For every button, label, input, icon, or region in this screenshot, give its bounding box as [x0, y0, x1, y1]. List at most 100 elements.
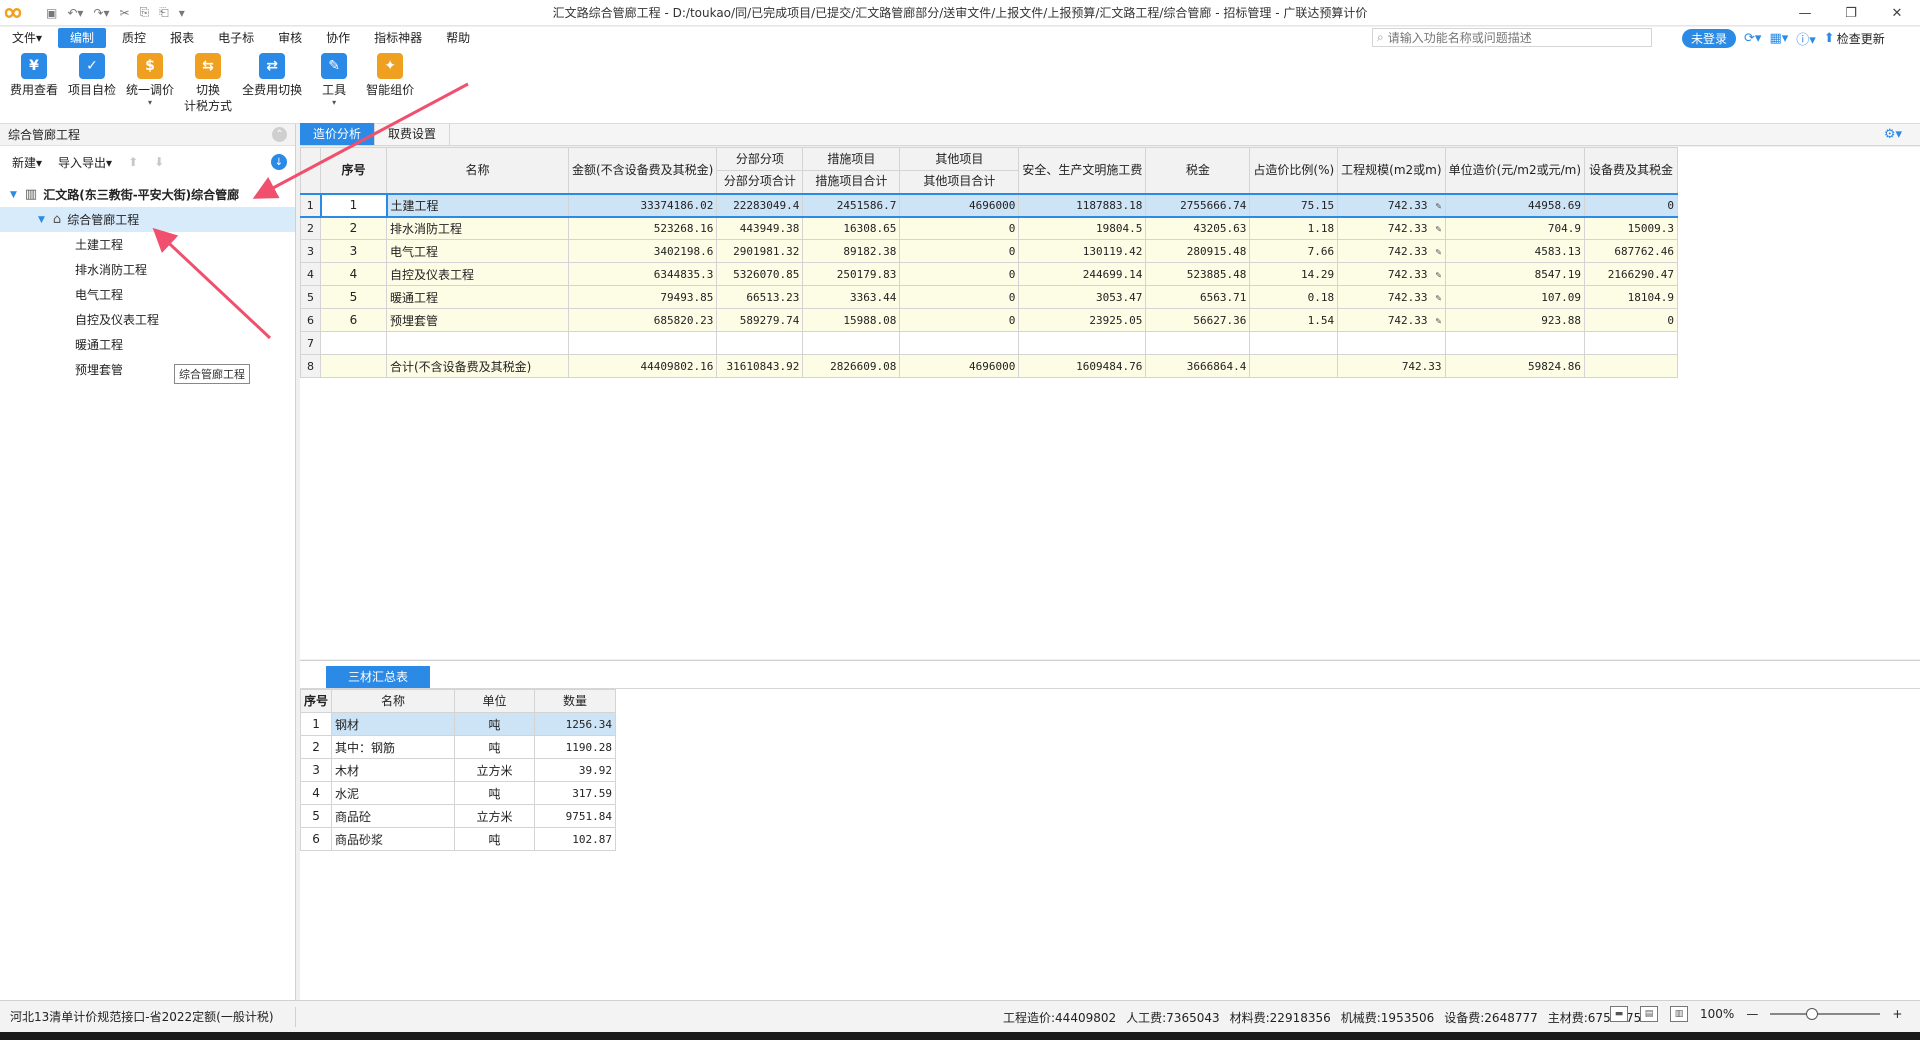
ribbon-button-3[interactable]: ⇆ 切换 计税方式	[180, 49, 236, 123]
cell-equip[interactable]: 0	[1584, 192, 1679, 218]
cell-name[interactable]: 合计(不含设备费及其税金)	[386, 354, 569, 378]
mat-cell-qty[interactable]: 1256.34	[534, 712, 617, 736]
cell-tax[interactable]	[1145, 331, 1251, 355]
tree-item-instrument[interactable]: 自控及仪表工程	[0, 307, 295, 332]
cell-csxm[interactable]: 15988.08	[802, 308, 901, 332]
table-row[interactable]: 2 2 排水消防工程 523268.16 443949.38 16308.65 0 19804…	[300, 216, 1679, 240]
menu-report[interactable]: 报表	[158, 28, 206, 48]
cell-tax[interactable]: 523885.48	[1145, 262, 1251, 286]
mat-cell-name[interactable]: 其中：钢筋	[331, 735, 456, 759]
tree-item-hvac[interactable]: 暖通工程	[0, 332, 295, 357]
apps-grid-icon[interactable]: ▦▾	[1769, 31, 1788, 46]
menu-edit[interactable]: 编制	[58, 28, 107, 48]
materials-row[interactable]: 1 钢材吨 1256.34	[299, 712, 617, 736]
materials-row[interactable]: 4 水泥吨 317.59	[299, 781, 617, 805]
table-row[interactable]: 6 6 预埋套管 685820.23 589279.74 15988.08 0 23925.0…	[300, 308, 1679, 332]
restore-button[interactable]: ❐	[1828, 0, 1874, 26]
cell-fbfx[interactable]	[716, 331, 804, 355]
table-row[interactable]: 5 5 暖通工程 79493.85 66513.23 3363.44 0 3053.47 656…	[300, 285, 1679, 309]
cell-csxm[interactable]: 250179.83	[802, 262, 901, 286]
zoom-slider[interactable]	[1770, 1008, 1881, 1020]
cell-equip[interactable]: 687762.46	[1584, 239, 1679, 263]
col-header-fbfx-sub[interactable]: 分部分项合计	[716, 170, 804, 194]
cell-name[interactable]	[386, 331, 569, 355]
cell-amount[interactable]: 685820.23	[567, 308, 718, 332]
expand-caret-icon[interactable]: ▼	[38, 215, 45, 225]
col-header-csxm-sub[interactable]: 措施项目合计	[802, 170, 901, 194]
ribbon-button-1[interactable]: ✓ 项目自检	[64, 49, 120, 123]
col-header-qtxm-sub[interactable]: 其他项目合计	[899, 170, 1020, 194]
dropdown-caret-icon[interactable]: ▾	[332, 98, 336, 108]
cell-amount[interactable]	[567, 331, 718, 355]
redo-icon[interactable]: ↷▾	[93, 6, 109, 20]
col-header-fbfx[interactable]: 分部分项	[716, 147, 804, 171]
cell-seq[interactable]: 2	[320, 216, 387, 240]
cell-unit-cost[interactable]: 59824.86	[1444, 354, 1586, 378]
mat-cell-seq[interactable]: 3	[299, 758, 333, 782]
save-icon[interactable]: ▣	[46, 6, 57, 20]
cell-amount[interactable]: 44409802.16	[567, 354, 718, 378]
edit-pencil-icon[interactable]: ✎	[1432, 247, 1442, 258]
collapse-panel-icon[interactable]: ⌃	[272, 127, 287, 142]
col-header-name[interactable]: 名称	[386, 147, 569, 194]
cell-csxm[interactable]: 2451586.7	[802, 192, 901, 218]
mat-cell-name[interactable]: 钢材	[331, 712, 456, 736]
cell-tax[interactable]: 56627.36	[1145, 308, 1251, 332]
copy-icon[interactable]: ⎘	[140, 5, 150, 20]
cell-unit-cost[interactable]: 4583.13	[1444, 239, 1586, 263]
cell-scale[interactable]: 742.33	[1337, 354, 1446, 378]
tree-item-civil[interactable]: 土建工程	[0, 232, 295, 257]
cell-unit-cost[interactable]: 107.09	[1444, 285, 1586, 309]
cell-name[interactable]: 电气工程	[386, 239, 569, 263]
cell-ratio[interactable]: 14.29	[1249, 262, 1339, 286]
tree-item-sleeve[interactable]: 预埋套管	[0, 357, 295, 382]
row-number[interactable]: 3	[300, 239, 321, 263]
search-input[interactable]	[1387, 30, 1638, 45]
menu-review[interactable]: 审核	[266, 28, 314, 48]
materials-row[interactable]: 6 商品砂浆吨 102.87	[299, 827, 617, 851]
expand-down-icon[interactable]: ↓	[271, 154, 287, 170]
tab-cost-analysis[interactable]: 造价分析	[300, 123, 376, 145]
row-number[interactable]: 5	[300, 285, 321, 309]
cell-safety[interactable]: 3053.47	[1018, 285, 1147, 309]
cell-safety[interactable]: 1187883.18	[1018, 192, 1147, 218]
help-icon[interactable]: ⓘ▾	[1796, 29, 1816, 48]
cell-amount[interactable]: 6344835.3	[567, 262, 718, 286]
ribbon-button-6[interactable]: ✦ 智能组价	[362, 49, 418, 123]
cell-fbfx[interactable]: 5326070.85	[716, 262, 804, 286]
tree-root[interactable]: ▼ ▥ 汇文路(东三教街-平安大街)综合管廊	[0, 182, 295, 207]
cell-safety[interactable]: 19804.5	[1018, 216, 1147, 240]
tree-item-project[interactable]: ▼ ⌂ 综合管廊工程	[0, 207, 295, 232]
ribbon-button-5[interactable]: ✎ 工具 ▾	[308, 49, 360, 123]
menu-index-tool[interactable]: 指标神器	[362, 28, 434, 48]
table-row[interactable]: 3 3 电气工程 3402198.6 2901981.32 89182.38 0 130119…	[300, 239, 1679, 263]
cell-scale[interactable]: 742.33 ✎	[1337, 216, 1446, 240]
cell-tax[interactable]: 3666864.4	[1145, 354, 1251, 378]
mat-cell-qty[interactable]: 9751.84	[534, 804, 617, 828]
cell-csxm[interactable]: 2826609.08	[802, 354, 901, 378]
cell-unit-cost[interactable]: 704.9	[1444, 216, 1586, 240]
edit-pencil-icon[interactable]: ✎	[1432, 224, 1442, 235]
cell-seq[interactable]: 5	[320, 285, 387, 309]
cell-qtxm[interactable]: 0	[899, 216, 1020, 240]
cell-qtxm[interactable]: 0	[899, 239, 1020, 263]
row-number[interactable]: 2	[300, 216, 321, 240]
cell-seq[interactable]	[320, 354, 387, 378]
cell-fbfx[interactable]: 2901981.32	[716, 239, 804, 263]
edit-pencil-icon[interactable]: ✎	[1432, 270, 1442, 281]
mat-cell-seq[interactable]: 5	[299, 804, 333, 828]
table-row[interactable]: 7	[300, 331, 1679, 355]
mat-cell-name[interactable]: 商品砂浆	[331, 827, 456, 851]
cell-equip[interactable]	[1584, 354, 1679, 378]
zoom-out-button[interactable]: —	[1746, 1007, 1758, 1021]
cell-tax[interactable]: 2755666.74	[1145, 192, 1251, 218]
cell-equip[interactable]: 18104.9	[1584, 285, 1679, 309]
cell-safety[interactable]: 1609484.76	[1018, 354, 1147, 378]
cell-fbfx[interactable]: 66513.23	[716, 285, 804, 309]
col-header-amount[interactable]: 金额(不含设备费及其税金)	[567, 147, 718, 194]
table-row[interactable]: 8 合计(不含设备费及其税金) 44409802.16 31610843.92 2826…	[300, 354, 1679, 378]
mat-cell-unit[interactable]: 立方米	[454, 804, 536, 828]
cell-ratio[interactable]	[1249, 354, 1339, 378]
menu-e-bid[interactable]: 电子标	[206, 28, 266, 48]
cell-tax[interactable]: 43205.63	[1145, 216, 1251, 240]
